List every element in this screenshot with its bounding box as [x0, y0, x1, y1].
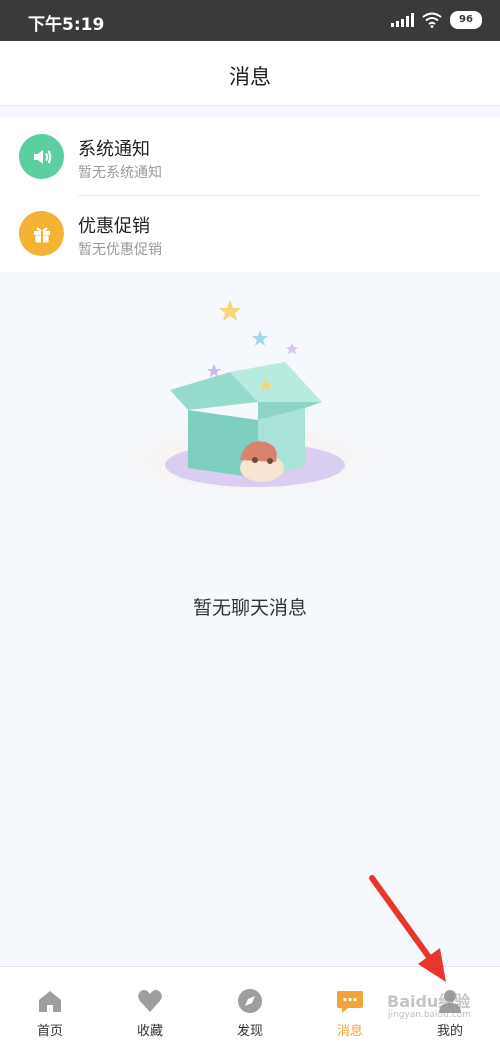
status-icons: 96: [391, 11, 482, 29]
wifi-icon: [422, 12, 442, 28]
status-bar: 下午5:19 96: [0, 0, 500, 41]
tab-mine[interactable]: 我的: [400, 967, 500, 1042]
notice-item-system[interactable]: 系统通知 暂无系统通知: [0, 118, 500, 195]
gift-icon: [19, 211, 64, 256]
compass-icon: [238, 989, 262, 1013]
tab-label: 发现: [236, 1024, 263, 1039]
notice-item-promotion[interactable]: 优惠促销 暂无优惠促销: [0, 195, 500, 272]
status-time: 下午5:19: [28, 15, 105, 35]
signal-icon: [391, 13, 414, 27]
tab-bar: 首页 收藏 发现 消息 我的: [0, 966, 500, 1042]
battery-indicator: 96: [450, 11, 482, 29]
person-icon: [439, 990, 461, 1013]
tab-label: 消息: [336, 1024, 363, 1039]
notice-list: 系统通知 暂无系统通知 优惠促销 暂无优惠促销: [0, 118, 500, 272]
page-title: 消息: [229, 65, 271, 89]
message-icon: [337, 991, 363, 1013]
tab-discover[interactable]: 发现: [200, 967, 300, 1042]
tab-favorites[interactable]: 收藏: [100, 967, 200, 1042]
empty-message: 暂无聊天消息: [192, 597, 307, 619]
heart-icon: [138, 990, 162, 1012]
notice-subtitle: 暂无系统通知: [78, 165, 162, 181]
tab-label: 我的: [436, 1024, 463, 1039]
notice-subtitle: 暂无优惠促销: [78, 242, 162, 258]
home-icon: [39, 991, 61, 1012]
tab-messages[interactable]: 消息: [300, 967, 400, 1042]
tab-label: 收藏: [136, 1024, 163, 1039]
tab-home[interactable]: 首页: [0, 967, 100, 1042]
notice-title: 优惠促销: [78, 216, 150, 237]
tab-label: 首页: [36, 1024, 63, 1039]
notice-title: 系统通知: [78, 139, 150, 160]
header: 消息: [0, 41, 500, 106]
empty-box-illustration: [80, 300, 420, 508]
speaker-icon: [19, 134, 64, 179]
